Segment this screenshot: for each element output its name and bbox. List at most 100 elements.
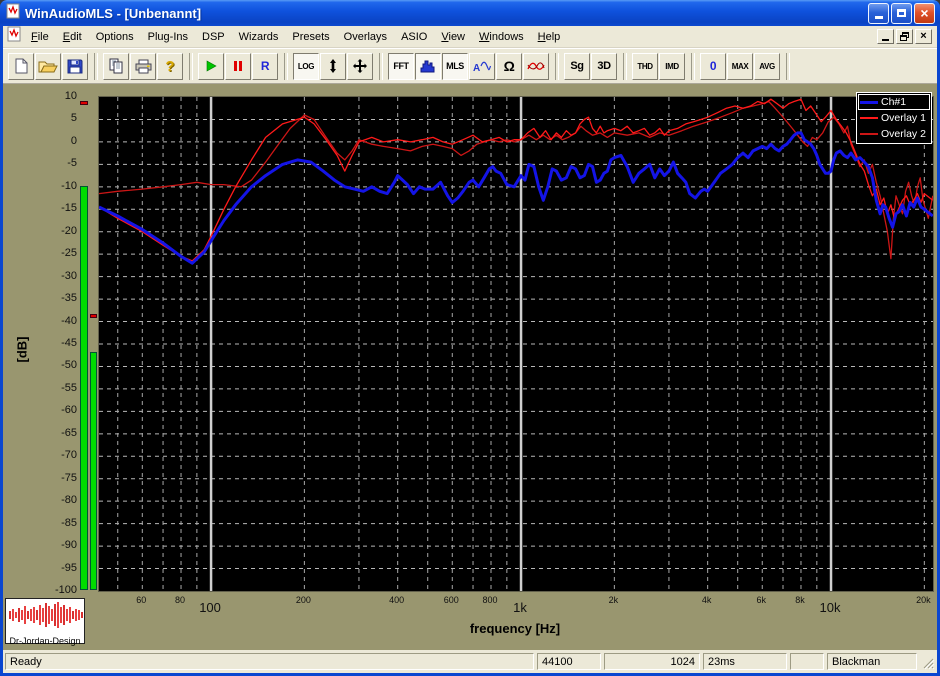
legend-label: Ch#1 (881, 96, 907, 108)
menu-item-plug-ins[interactable]: Plug-Ins (141, 28, 195, 46)
legend-swatch (860, 117, 878, 119)
menu-item-options[interactable]: Options (89, 28, 141, 46)
y-tick-label: -55 (61, 381, 77, 394)
mdi-close-button[interactable]: × (915, 29, 932, 44)
signal-generator-button-label: Sg (570, 60, 584, 72)
mdi-window-buttons: × (877, 29, 934, 44)
toolbar-separator (555, 52, 559, 80)
mdi-minimize-icon (882, 39, 889, 41)
status-samplerate: 44100 (537, 653, 601, 670)
help-icon: ? (165, 57, 175, 75)
level-meter-peak-2 (90, 314, 97, 319)
y-tick-label: -95 (61, 561, 77, 574)
close-icon: × (920, 5, 929, 21)
pause-button[interactable] (225, 52, 251, 80)
maximize-button[interactable] (891, 2, 912, 24)
menu-item-help[interactable]: Help (531, 28, 568, 46)
document-icon[interactable] (6, 26, 22, 47)
status-latency: 23ms (703, 653, 787, 670)
window-title: WinAudioMLS - [Unbenannt] (25, 5, 202, 21)
menu-item-view[interactable]: View (434, 28, 472, 46)
legend-label: Overlay 1 (881, 112, 926, 124)
mdi-restore-button[interactable] (896, 29, 913, 44)
fft-button[interactable]: FFT (388, 52, 414, 80)
legend-item-overlay-1[interactable]: Overlay 1 (858, 110, 930, 126)
chart-workspace: [dB] 10 5 0 -5 -10 -15 -20 -25 -30 -35 -40 -45 -50 -5… (3, 84, 937, 650)
log-scale-button[interactable]: LOG (293, 52, 319, 80)
x-tick-label-minor: 6k (756, 595, 766, 605)
menu-item-wizards[interactable]: Wizards (232, 28, 286, 46)
toolbar-separator (786, 52, 790, 80)
mls-button[interactable]: MLS (442, 52, 468, 80)
close-button[interactable]: × (914, 2, 935, 24)
title-bar[interactable]: WinAudioMLS - [Unbenannt] × (0, 0, 940, 26)
fit-vertical-button[interactable] (320, 52, 346, 80)
mdi-close-icon: × (920, 30, 927, 42)
menu-item-overlays[interactable]: Overlays (337, 28, 394, 46)
resize-grip[interactable] (920, 653, 935, 670)
legend-swatch (860, 100, 878, 104)
y-tick-label: -60 (61, 404, 77, 417)
status-bar: Ready 44100 1024 23ms Blackman (3, 650, 937, 673)
impedance-button[interactable]: Ω (496, 52, 522, 80)
y-axis-title: [dB] (14, 336, 30, 363)
x-tick-label-minor: 20k (916, 595, 931, 605)
maximize-icon (897, 9, 906, 17)
max-button[interactable]: MAX (727, 52, 753, 80)
y-tick-label: -100 (54, 584, 77, 596)
copy-button[interactable] (103, 52, 129, 80)
zero-button[interactable]: 0 (700, 52, 726, 80)
menu-item-dsp[interactable]: DSP (195, 28, 232, 46)
save-button[interactable] (62, 52, 88, 80)
y-tick-label: -45 (61, 337, 77, 349)
3d-button[interactable]: 3D (591, 52, 617, 80)
help-button[interactable]: ? (157, 52, 183, 80)
status-message: Ready (5, 653, 534, 670)
series-line-ch-1 (98, 131, 934, 265)
toolbar: ? R LOG FFT MLS A Ω Sg 3D THD IMD 0 MAX AVG (3, 48, 937, 84)
y-tick-label: -35 (61, 292, 77, 305)
minimize-button[interactable] (868, 2, 889, 24)
legend-item-ch-1[interactable]: Ch#1 (858, 94, 930, 110)
overlay-curves-button[interactable] (523, 52, 549, 80)
toolbar-separator (189, 52, 193, 80)
mdi-minimize-button[interactable] (877, 29, 894, 44)
copy-icon (108, 58, 124, 74)
play-button[interactable] (198, 52, 224, 80)
y-tick-label: -90 (61, 539, 77, 552)
plot-area[interactable] (98, 96, 934, 592)
spectrum-button[interactable] (415, 52, 441, 80)
legend-item-overlay-2[interactable]: Overlay 2 (858, 126, 930, 142)
menu-item-asio[interactable]: ASIO (394, 28, 434, 46)
mls-button-label: MLS (446, 61, 464, 71)
y-tick-label: -80 (61, 494, 77, 507)
menu-item-windows[interactable]: Windows (472, 28, 531, 46)
avg-button[interactable]: AVG (754, 52, 780, 80)
toolbar-separator (379, 52, 383, 80)
new-file-button[interactable] (8, 52, 34, 80)
menu-item-edit[interactable]: Edit (56, 28, 89, 46)
level-meter-bar-1 (80, 185, 88, 590)
pan-button[interactable] (347, 52, 373, 80)
menu-bar: File Edit Options Plug-Ins DSP Wizards Presets… (3, 26, 937, 48)
open-file-button[interactable] (35, 52, 61, 80)
status-extra (790, 653, 824, 670)
app-icon (5, 3, 21, 24)
thd-button[interactable]: THD (632, 52, 658, 80)
signal-generator-button[interactable]: Sg (564, 52, 590, 80)
sine-icon: A (473, 60, 491, 73)
mdi-restore-icon (899, 32, 910, 41)
sine-button[interactable]: A (469, 52, 495, 80)
3d-button-label: 3D (597, 60, 611, 72)
frequency-response-chart (98, 97, 934, 591)
y-tick-label: -30 (61, 269, 77, 282)
menu-item-presets[interactable]: Presets (285, 28, 336, 46)
pause-icon (232, 60, 244, 72)
record-button[interactable]: R (252, 52, 278, 80)
imd-button[interactable]: IMD (659, 52, 685, 80)
menu-item-file[interactable]: File (24, 28, 56, 46)
y-tick-label: -10 (61, 179, 77, 192)
y-tick-label: -75 (61, 471, 77, 484)
status-window-function: Blackman (827, 653, 917, 670)
print-button[interactable] (130, 52, 156, 80)
